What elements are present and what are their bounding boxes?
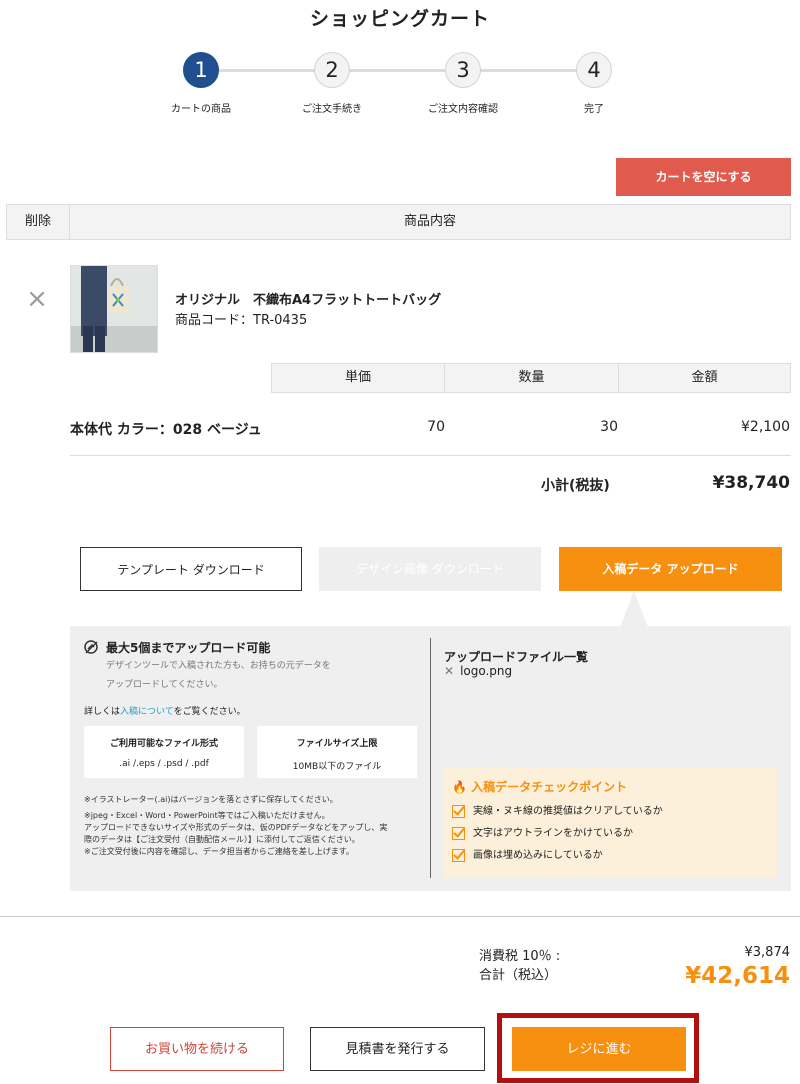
checkpoint-item-text: 画像は埋め込みにしているか [473, 850, 603, 861]
empty-cart-button[interactable]: カートを空にする [616, 158, 791, 196]
page-title: ショッピングカート [309, 8, 490, 30]
file-size-box: ファイルサイズ上限 10MB以下のファイル [257, 726, 417, 778]
step-4-label: 完了 [584, 104, 604, 115]
checkpoint-title: 🔥 入稿データチェックポイント [452, 778, 627, 795]
upload-tab[interactable]: 入稿データ アップロード [559, 547, 782, 591]
checkpoint-item: 実線・ヌキ線の推奨値はクリアしているか [452, 802, 663, 818]
subtotal-label: 小計(税抜) [541, 478, 610, 494]
upload-detail-suffix: をご覧ください。 [173, 707, 246, 717]
submission-guide-link[interactable]: 入稿について [120, 707, 174, 717]
quantity-header: 数量 [444, 363, 619, 393]
file-formats-header: ご利用可能なファイル形式 [109, 739, 218, 749]
step-4-circle: 4 [576, 52, 612, 88]
note-line: アップロードできないサイズや形式のデータは、仮のPDFデータなどをアップし、実 [84, 823, 388, 832]
file-formats-box: ご利用可能なファイル形式 .ai /.eps / .psd / .pdf [84, 726, 244, 778]
panel-divider [430, 638, 431, 878]
upload-note-line-2: アップロードしてください。 [106, 680, 223, 690]
checkpoint-item: 画像は埋め込みにしているか [452, 846, 603, 862]
template-download-tab[interactable]: テンプレート ダウンロード [80, 547, 302, 591]
checkpoint-item: 文字はアウトラインをかけているか [452, 824, 633, 840]
upload-detail-prefix: 詳しくは [84, 707, 121, 717]
flame-icon: 🔥 [452, 780, 467, 794]
file-size-value: 10MB以下のファイル [292, 762, 382, 772]
tab-pointer [620, 591, 648, 627]
note-line: ※ご注文受付後に内容を確認し、データ担当者からご連絡を差し上げます。 [84, 847, 354, 856]
checkpoint-item-text: 実線・ヌキ線の推奨値はクリアしているか [473, 806, 663, 817]
step-2-circle: 2 [314, 52, 350, 88]
note-line: 際のデータは【ご注文受付（自動配信メール）】に添付してご返信ください。 [84, 835, 360, 844]
file-size-header: ファイルサイズ上限 [296, 739, 378, 749]
total-value: ¥42,614 [685, 963, 790, 989]
step-1-circle: 1 [183, 52, 219, 88]
checkpoint-item-text: 文字はアウトラインをかけているか [473, 828, 633, 839]
issue-quote-button[interactable]: 見積書を発行する [310, 1027, 485, 1071]
total-label: 合計（税込） [479, 968, 558, 983]
step-2-label: ご注文手続き [302, 104, 362, 115]
continue-shopping-button[interactable]: お買い物を続ける [110, 1027, 284, 1071]
step-3-label: ご注文内容確認 [428, 104, 498, 115]
row-unit-price: 70 [427, 419, 445, 435]
row-amount: ¥2,100 [741, 419, 790, 435]
row-label: 本体代 カラー：028 ベージュ [70, 422, 262, 438]
product-image [70, 265, 158, 353]
checkbox-icon [452, 804, 465, 818]
note-line: ※イラストレーター(.ai)はバージョンを落とさずに保存してください。 [84, 795, 338, 804]
product-name: オリジナル 不織布A4フラットトートバッグ [175, 293, 442, 308]
design-download-tab[interactable]: デザイン画像 ダウンロード [319, 547, 541, 591]
checkbox-icon [452, 848, 465, 862]
file-formats-value: .ai /.eps / .psd / .pdf [119, 759, 209, 769]
uploaded-file-item: ✕ logo.png [444, 664, 512, 678]
checkbox-icon [452, 826, 465, 840]
step-3-circle: 3 [445, 52, 481, 88]
delete-file-icon[interactable]: ✕ [444, 664, 454, 678]
amount-header: 金額 [618, 363, 791, 393]
subtotal-value: ¥38,740 [712, 473, 790, 493]
remove-item-icon[interactable]: × [24, 286, 50, 312]
note-line: ※jpeg・Excel・Word・PowerPoint等ではご入稿いただけません… [84, 811, 330, 820]
content-column-header: 商品内容 [70, 204, 791, 240]
section-divider [0, 916, 800, 917]
uploaded-files-title: アップロードファイル一覧 [444, 650, 589, 664]
tax-value: ¥3,874 [744, 945, 791, 960]
upload-limit-icon [84, 639, 100, 655]
row-quantity: 30 [600, 419, 618, 435]
checkout-button[interactable]: レジに進む [512, 1027, 686, 1071]
tax-label: 消費税 10％ : [479, 949, 561, 964]
unit-price-header: 単価 [271, 363, 445, 393]
delete-column-header: 削除 [6, 204, 70, 240]
checkpoint-title-text: 入稿データチェックポイント [471, 780, 628, 794]
steps-track [201, 69, 593, 72]
uploaded-file-name: logo.png [460, 664, 513, 678]
step-1-label: カートの商品 [171, 104, 231, 115]
upload-note-line-1: デザインツールで入稿された方も、お持ちの元データを [106, 661, 331, 671]
upload-limit-title: 最大5個までアップロード可能 [106, 641, 271, 655]
upload-detail: 詳しくは入稿についてをご覧ください。 [84, 704, 246, 717]
product-code: 商品コード：TR-0435 [175, 313, 308, 328]
row-divider [70, 455, 791, 456]
